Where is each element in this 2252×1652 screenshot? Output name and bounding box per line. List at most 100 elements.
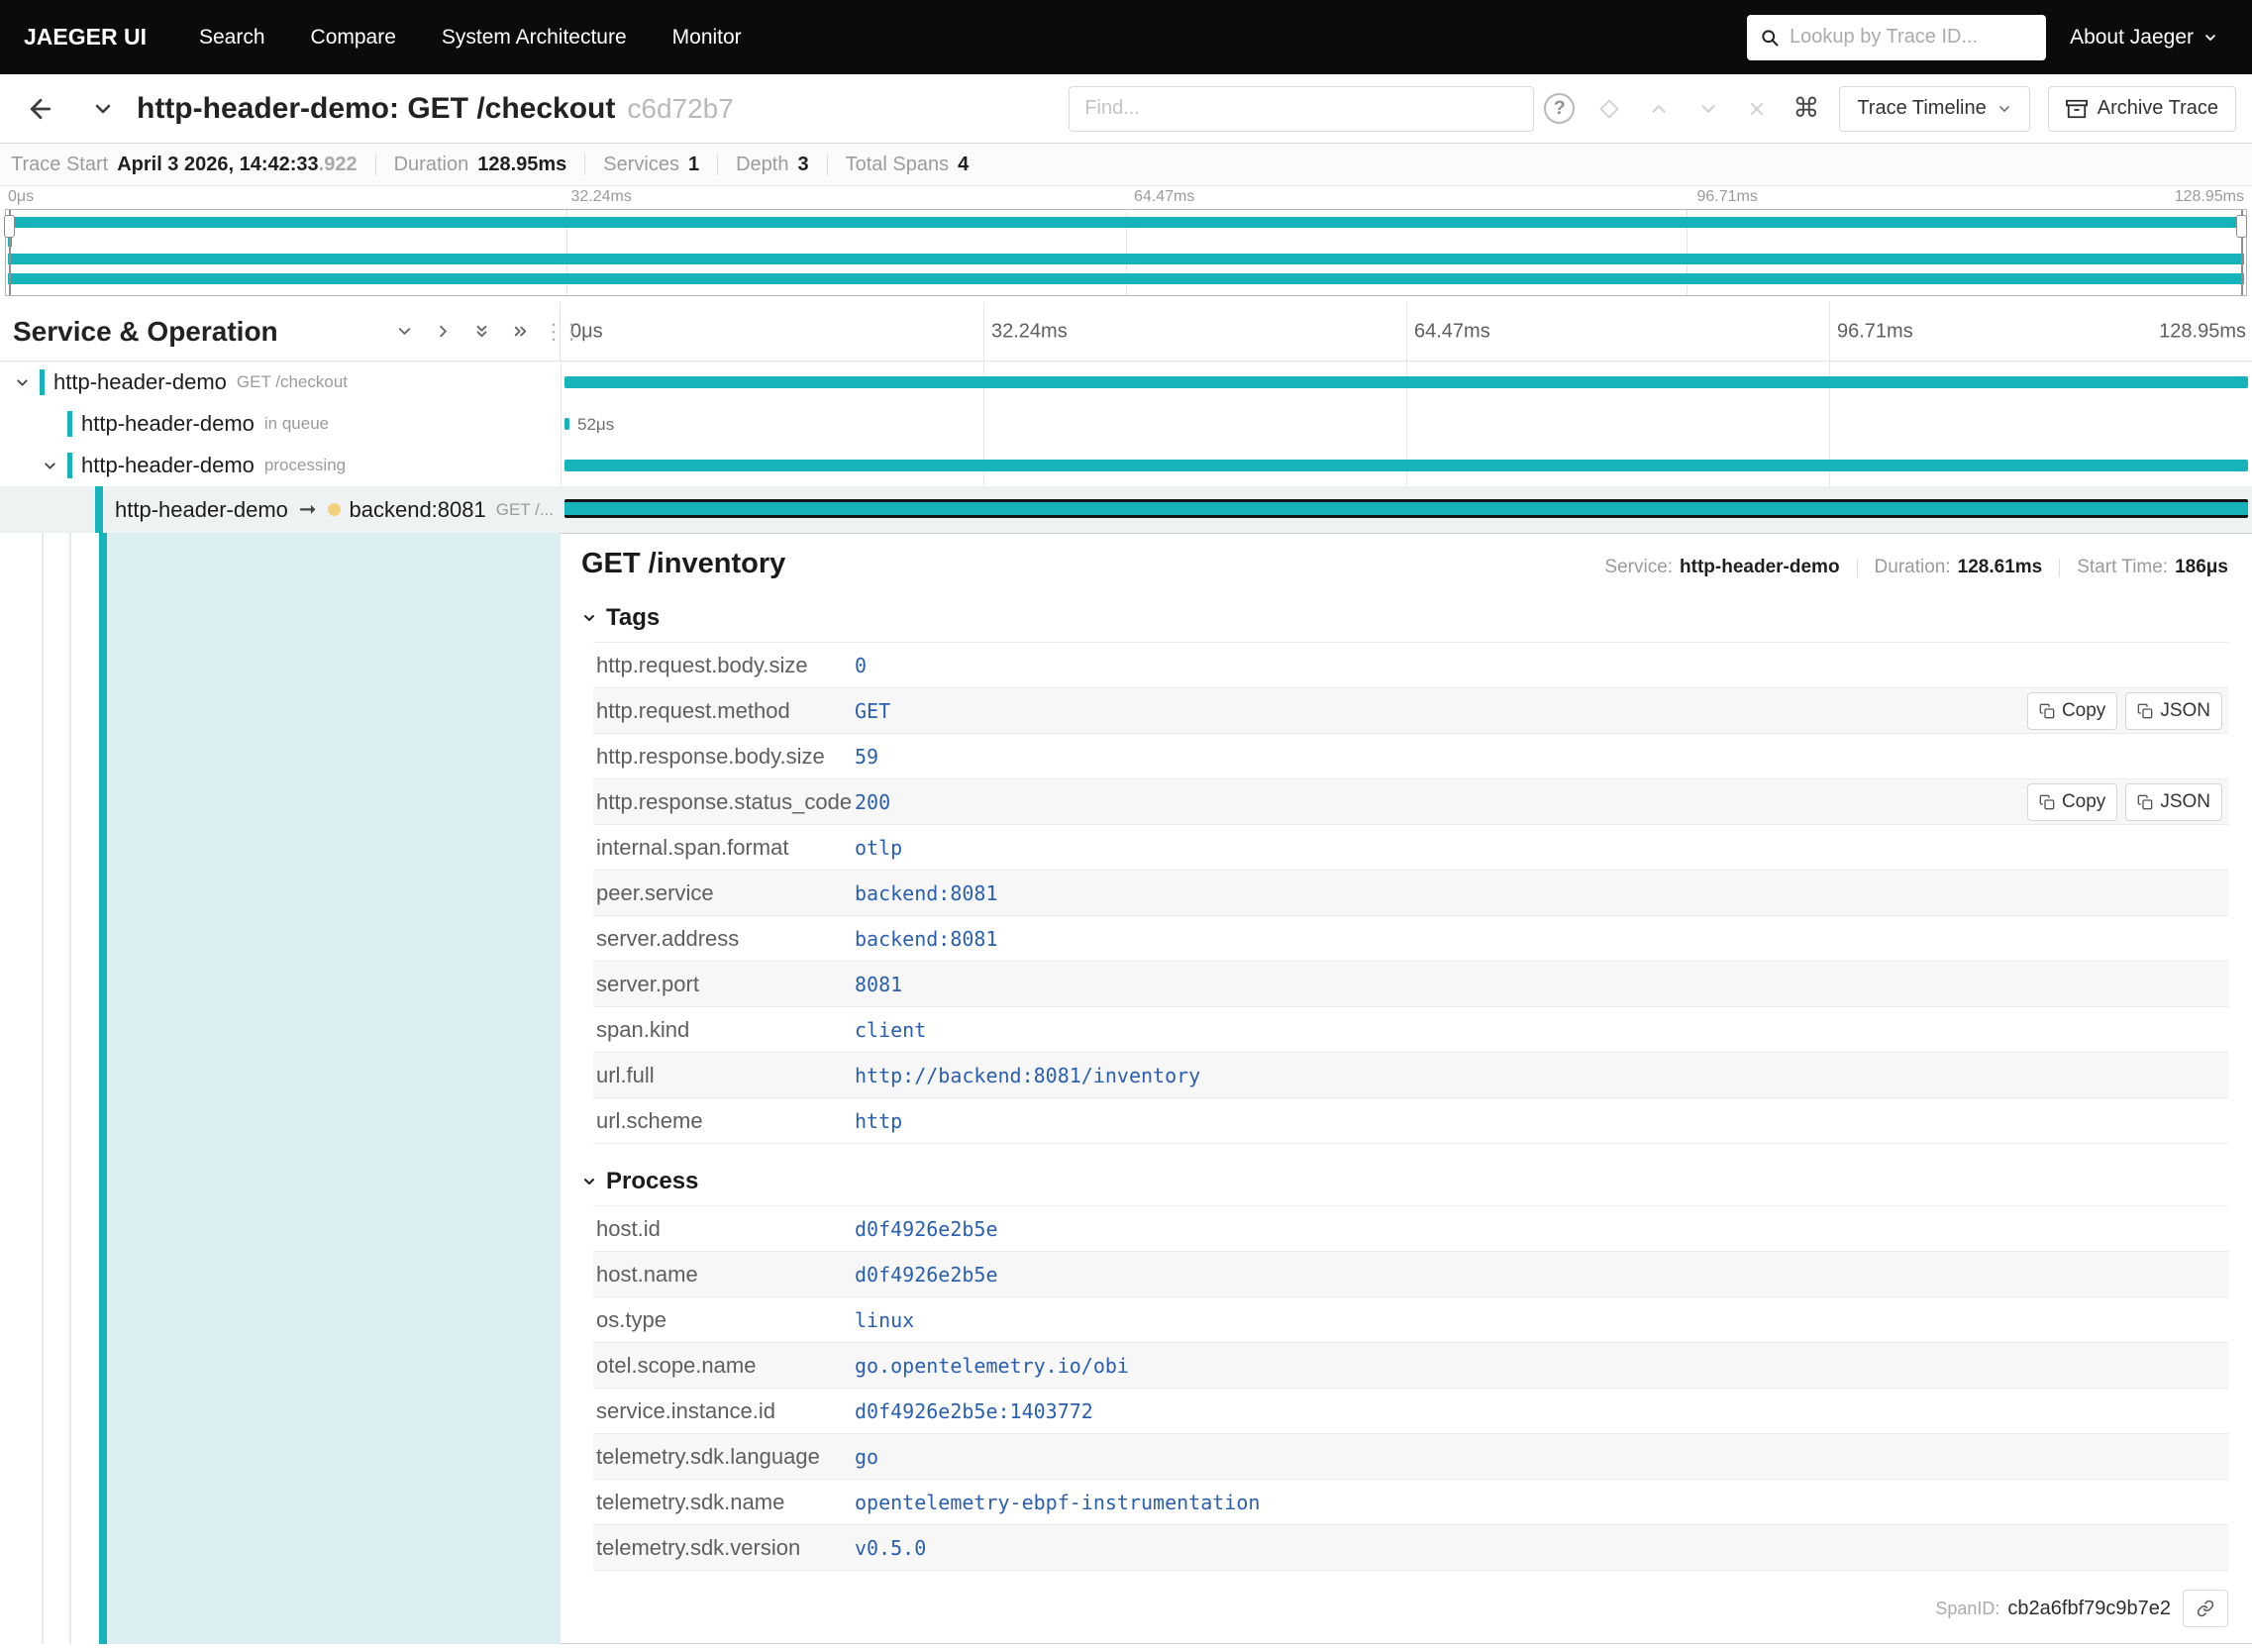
back-button[interactable] [26, 94, 55, 124]
minimap-right-scrubber[interactable] [2236, 210, 2247, 295]
trace-start-value: April 3 2026, 14:42:33.922 [117, 153, 358, 175]
client-arrow-icon: ➞ [298, 498, 317, 521]
copy-span-link-button[interactable] [2183, 1590, 2228, 1627]
archive-trace-button[interactable]: Archive Trace [2047, 85, 2236, 132]
copy-value-button[interactable]: Copy [2026, 692, 2118, 730]
timeline-header: Service & Operation ⋮⋮ 0μs 32.24ms 64.47… [0, 302, 2252, 361]
trace-id-lookup[interactable] [1747, 14, 2047, 60]
span-operation-name: in queue [263, 414, 330, 433]
process-section-title: Process [606, 1168, 699, 1194]
span-operation-name: GET /... [495, 499, 554, 519]
collapse-children-icon[interactable] [40, 458, 59, 474]
gridline [983, 302, 984, 361]
help-icon[interactable]: ? [1544, 93, 1576, 124]
span-id-footer: SpanID: cb2a6fbf79c9b7e2 [1935, 1590, 2228, 1627]
trace-start-label: Trace Start [11, 153, 109, 175]
expand-all-icon[interactable] [511, 322, 530, 341]
span-service-name: http-header-demo [53, 369, 227, 394]
selected-span-color-stripe [99, 533, 107, 1644]
timeline-tick: 32.24ms [991, 320, 1068, 342]
nav-item-search[interactable]: Search [176, 26, 288, 50]
gridline [1406, 302, 1407, 361]
view-selector-dropdown[interactable]: Trace Timeline [1839, 85, 2030, 132]
duration-label: Duration [393, 153, 469, 175]
archive-icon [2065, 98, 2088, 120]
collapse-all-icon[interactable] [472, 322, 491, 341]
process-row: telemetry.sdk.name opentelemetry-ebpf-in… [593, 1480, 2228, 1525]
trace-id-input[interactable] [1790, 26, 2034, 49]
app-brand: JAEGER UI [24, 24, 147, 50]
span-operation-name: GET /checkout [236, 372, 349, 391]
search-icon [1760, 28, 1780, 48]
keyboard-shortcuts-icon[interactable]: ⌘ [1792, 93, 1819, 124]
tag-row: server.address backend:8081 [593, 916, 2228, 962]
collapse-one-icon[interactable] [395, 322, 414, 341]
minimap-span-bar [8, 254, 2244, 264]
focus-diamond-icon[interactable] [1598, 98, 1620, 120]
process-row: telemetry.sdk.language go [593, 1434, 2228, 1480]
tag-row: http.response.body.size 59 [593, 734, 2228, 779]
archive-trace-label: Archive Trace [2097, 97, 2218, 119]
indent-guide [42, 533, 44, 1644]
process-row: otel.scope.name go.opentelemetry.io/obi [593, 1343, 2228, 1389]
process-row: host.name d0f4926e2b5e [593, 1252, 2228, 1297]
timeline-tick: 64.47ms [1414, 320, 1490, 342]
collapse-children-icon[interactable] [12, 374, 32, 391]
about-jaeger-label: About Jaeger [2070, 25, 2194, 49]
total-spans-label: Total Spans [845, 153, 950, 175]
nav-item-monitor[interactable]: Monitor [650, 26, 765, 50]
minimap-canvas[interactable] [4, 209, 2247, 296]
tag-row: span.kind client [593, 1007, 2228, 1053]
gridline [1829, 302, 1830, 361]
process-table: host.id d0f4926e2b5e host.name d0f4926e2… [593, 1205, 2228, 1571]
peer-service-name: backend:8081 [349, 496, 486, 522]
find-input[interactable] [1069, 85, 1535, 132]
next-result-icon[interactable] [1697, 98, 1719, 120]
span-detail-panel: GET /inventory Service: http-header-demo… [561, 533, 2252, 1644]
minimap-tick: 64.47ms [1134, 188, 1195, 205]
process-row: telemetry.sdk.version v0.5.0 [593, 1525, 2228, 1571]
span-rows: http-header-demo GET /checkout http-head… [0, 361, 2252, 533]
minimap-left-scrubber[interactable] [4, 210, 15, 295]
tag-row: peer.service backend:8081 [593, 871, 2228, 916]
copy-json-button[interactable]: JSON [2125, 783, 2222, 821]
span-color-bar [40, 369, 45, 395]
span-row-processing[interactable]: http-header-demo processing [0, 445, 2252, 486]
column-resizer-handle[interactable]: ⋮⋮ [543, 316, 582, 348]
span-row-checkout[interactable]: http-header-demo GET /checkout [0, 361, 2252, 403]
copy-json-button[interactable]: JSON [2125, 692, 2222, 730]
service-meta-value: http-header-demo [1680, 557, 1840, 577]
services-label: Services [603, 153, 679, 175]
span-duration-label: 52μs [577, 415, 615, 434]
span-row-backend-selected[interactable]: http-header-demo ➞ backend:8081 GET /... [0, 486, 2252, 533]
about-jaeger-menu[interactable]: About Jaeger [2070, 26, 2218, 50]
trace-minimap[interactable]: 0μs 32.24ms 64.47ms 96.71ms 128.95ms [0, 186, 2252, 302]
service-meta-label: Service: [1604, 557, 1674, 577]
tag-row: http.request.method GET Copy JSON [593, 688, 2228, 734]
tags-section-toggle[interactable]: Tags [581, 604, 660, 632]
span-row-in-queue[interactable]: http-header-demo in queue 52μs [0, 403, 2252, 445]
span-service-name: http-header-demo [81, 411, 255, 436]
total-spans-value: 4 [958, 153, 970, 175]
nav-item-system-architecture[interactable]: System Architecture [419, 26, 650, 50]
services-value: 1 [687, 153, 700, 175]
expand-one-icon[interactable] [434, 322, 453, 341]
minimap-span-bar [8, 273, 2244, 284]
duration-value: 128.95ms [477, 153, 567, 175]
minimap-tick: 128.95ms [2174, 188, 2244, 205]
depth-value: 3 [797, 153, 809, 175]
span-duration-bar[interactable] [564, 418, 569, 430]
clear-search-icon[interactable] [1747, 99, 1767, 119]
span-detail-title: GET /inventory [581, 548, 786, 579]
span-duration-bar[interactable] [564, 376, 2248, 388]
tags-table: http.request.body.size 0 http.request.me… [593, 642, 2228, 1144]
span-duration-bar[interactable] [564, 499, 2248, 518]
prev-result-icon[interactable] [1648, 98, 1670, 120]
collapse-trace-chevron[interactable] [91, 97, 115, 121]
span-duration-bar[interactable] [564, 460, 2248, 471]
nav-item-compare[interactable]: Compare [288, 26, 419, 50]
span-service-name: http-header-demo [115, 496, 288, 522]
minimap-tick: 96.71ms [1696, 188, 1758, 205]
copy-value-button[interactable]: Copy [2026, 783, 2118, 821]
process-section-toggle[interactable]: Process [581, 1168, 698, 1195]
